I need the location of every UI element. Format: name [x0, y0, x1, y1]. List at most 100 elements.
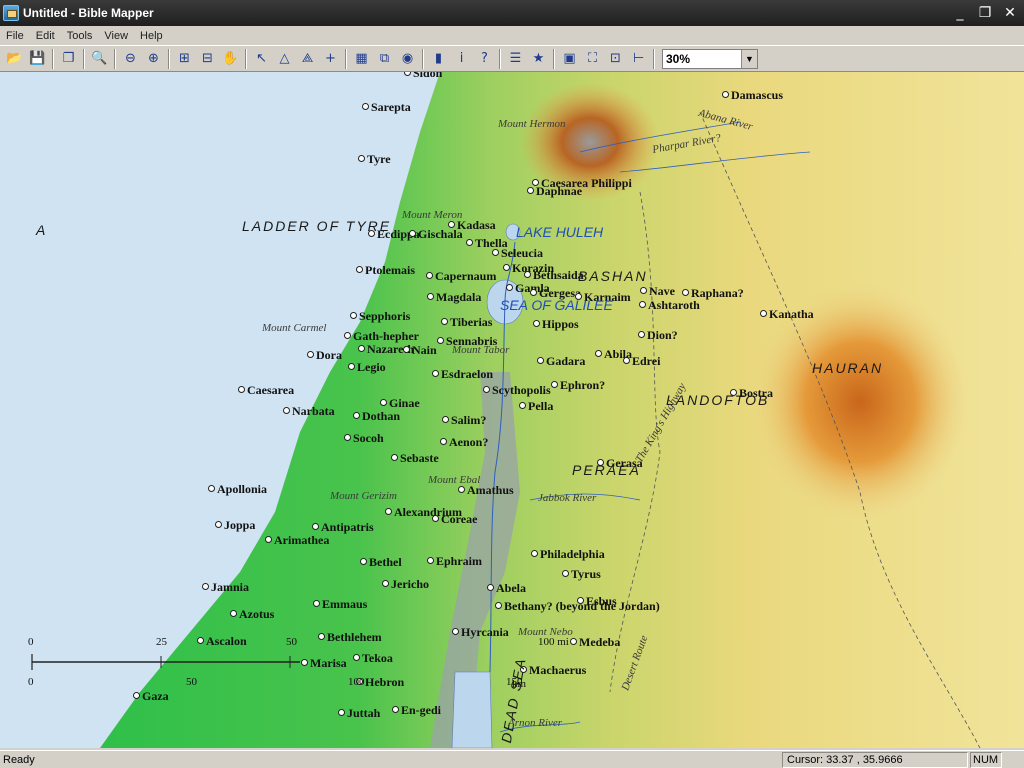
bookmark-icon[interactable]: ▮ [427, 48, 450, 70]
place-label[interactable]: Pella [519, 399, 553, 414]
open-folder-icon[interactable]: 📂 [3, 48, 26, 70]
place-label[interactable]: Caesarea [238, 383, 294, 398]
grid-icon[interactable]: ▦ [350, 48, 373, 70]
toolbar-separator [553, 48, 555, 69]
place-label[interactable]: Scythopolis [483, 383, 551, 398]
place-label[interactable]: Socoh [344, 431, 384, 446]
crosshair-icon[interactable]: + [319, 48, 342, 70]
place-label[interactable]: Coreae [432, 512, 477, 527]
place-label[interactable]: Hyrcania [452, 625, 509, 640]
place-label[interactable]: Ephron? [551, 378, 605, 393]
place-label[interactable]: Emmaus [313, 597, 367, 612]
place-label[interactable]: Esdraelon [432, 367, 493, 382]
search-icon[interactable]: 🔍 [88, 48, 111, 70]
place-label[interactable]: Abela [487, 581, 526, 596]
menu-tools[interactable]: Tools [61, 30, 99, 42]
center-icon[interactable]: ⊡ [604, 48, 627, 70]
place-label[interactable]: Kanatha [760, 307, 814, 322]
place-label[interactable]: Bethlehem [318, 630, 382, 645]
zoom-level-select[interactable]: 30% ▼ [662, 48, 758, 69]
menu-bar: File Edit Tools View Help [0, 26, 1024, 45]
chevron-down-icon[interactable]: ▼ [741, 49, 757, 68]
toolbar-separator [114, 48, 116, 69]
frame-icon[interactable]: ▣ [558, 48, 581, 70]
place-label[interactable]: Sarepta [362, 100, 411, 115]
zoom-extent-icon[interactable]: ⊞ [173, 48, 196, 70]
place-label[interactable]: Tiberias [441, 315, 492, 330]
menu-file[interactable]: File [0, 30, 30, 42]
place-label[interactable]: Bethel [360, 555, 402, 570]
map-canvas[interactable]: Sidon Sarepta Tyre Damascus Caesarea Philipp… [0, 72, 1024, 748]
place-label[interactable]: Jamnia [202, 580, 249, 595]
place-label[interactable]: Legio [348, 360, 386, 375]
menu-view[interactable]: View [98, 30, 134, 42]
place-label[interactable]: Capernaum [426, 269, 496, 284]
info-icon[interactable]: i [450, 48, 473, 70]
scale-bar-label: 100 [348, 676, 365, 688]
place-label[interactable]: Hippos [533, 317, 579, 332]
zoom-in-icon[interactable]: ⊕ [142, 48, 165, 70]
place-label[interactable]: Apollonia [208, 482, 267, 497]
place-label[interactable]: Sidon [404, 72, 442, 81]
app-icon [3, 5, 19, 21]
place-label[interactable]: Azotus [230, 607, 274, 622]
place-label[interactable]: Medeba [570, 635, 620, 650]
toolbar-separator [245, 48, 247, 69]
zoom-out-icon[interactable]: ⊖ [119, 48, 142, 70]
place-label[interactable]: Ashtaroth [639, 298, 700, 313]
place-label[interactable]: Aenon? [440, 435, 488, 450]
save-icon[interactable]: 💾 [26, 48, 49, 70]
window-controls: _ ❐ ✕ [949, 3, 1024, 23]
place-label[interactable]: Ascalon [197, 634, 247, 649]
place-label[interactable]: Tyre [358, 152, 391, 167]
fit-frame-icon[interactable]: ⛶ [581, 48, 604, 70]
place-label[interactable]: Dion? [638, 328, 678, 343]
place-label[interactable]: Damascus [722, 88, 783, 103]
place-label[interactable]: Daphnae [527, 184, 582, 199]
pan-hand-icon[interactable]: ✋ [219, 48, 242, 70]
layers-icon[interactable]: ⧉ [373, 48, 396, 70]
cursor-coordinates: Cursor: 33.37 , 35.9666 [782, 751, 968, 768]
place-label[interactable]: Tekoa [353, 651, 393, 666]
properties-icon[interactable]: ☰ [504, 48, 527, 70]
place-label[interactable]: Edrei [623, 354, 660, 369]
copy-icon[interactable]: ❐ [57, 48, 80, 70]
place-label[interactable]: Sebaste [391, 451, 439, 466]
place-label[interactable]: Ephraim [427, 554, 482, 569]
place-label[interactable]: Gadara [537, 354, 585, 369]
place-label[interactable]: Jericho [382, 577, 429, 592]
menu-edit[interactable]: Edit [30, 30, 61, 42]
select-arrow-icon[interactable]: ↖ [250, 48, 273, 70]
place-label[interactable]: Marisa [301, 656, 347, 671]
eye-icon[interactable]: ◉ [396, 48, 419, 70]
place-label[interactable]: Seleucia [492, 246, 543, 261]
star-icon[interactable]: ★ [527, 48, 550, 70]
place-label[interactable]: Arimathea [265, 533, 329, 548]
menu-help[interactable]: Help [134, 30, 169, 42]
place-label[interactable]: Salim? [442, 413, 486, 428]
place-label[interactable]: Juttah [338, 706, 380, 721]
place-label[interactable]: Tyrus [562, 567, 601, 582]
edit-vertex-icon[interactable]: △ [273, 48, 296, 70]
place-label[interactable]: Sepphoris [350, 309, 410, 324]
add-vertex-icon[interactable]: ⟁ [296, 48, 319, 70]
place-label[interactable]: Gaza [133, 689, 169, 704]
place-label[interactable]: Nave [640, 284, 675, 299]
help-icon[interactable]: ? [473, 48, 496, 70]
zoom-previous-icon[interactable]: ⊟ [196, 48, 219, 70]
place-label[interactable]: Machaerus [520, 663, 586, 678]
restore-button[interactable]: ❐ [974, 3, 996, 23]
place-label[interactable]: Dothan [353, 409, 400, 424]
place-label[interactable]: Magdala [427, 290, 481, 305]
place-label[interactable]: Philadelphia [531, 547, 605, 562]
place-label[interactable]: Nain [403, 343, 437, 358]
place-label[interactable]: Bethany? (beyond the Jordan) [495, 599, 660, 614]
place-label[interactable]: Narbata [283, 404, 335, 419]
place-label[interactable]: Ptolemais [356, 263, 415, 278]
place-label[interactable]: En-gedi [392, 703, 441, 718]
minimize-button[interactable]: _ [949, 3, 971, 23]
place-label[interactable]: Dora [307, 348, 342, 363]
close-button[interactable]: ✕ [999, 3, 1021, 23]
place-label[interactable]: Joppa [215, 518, 255, 533]
measure-icon[interactable]: ⊢ [627, 48, 650, 70]
